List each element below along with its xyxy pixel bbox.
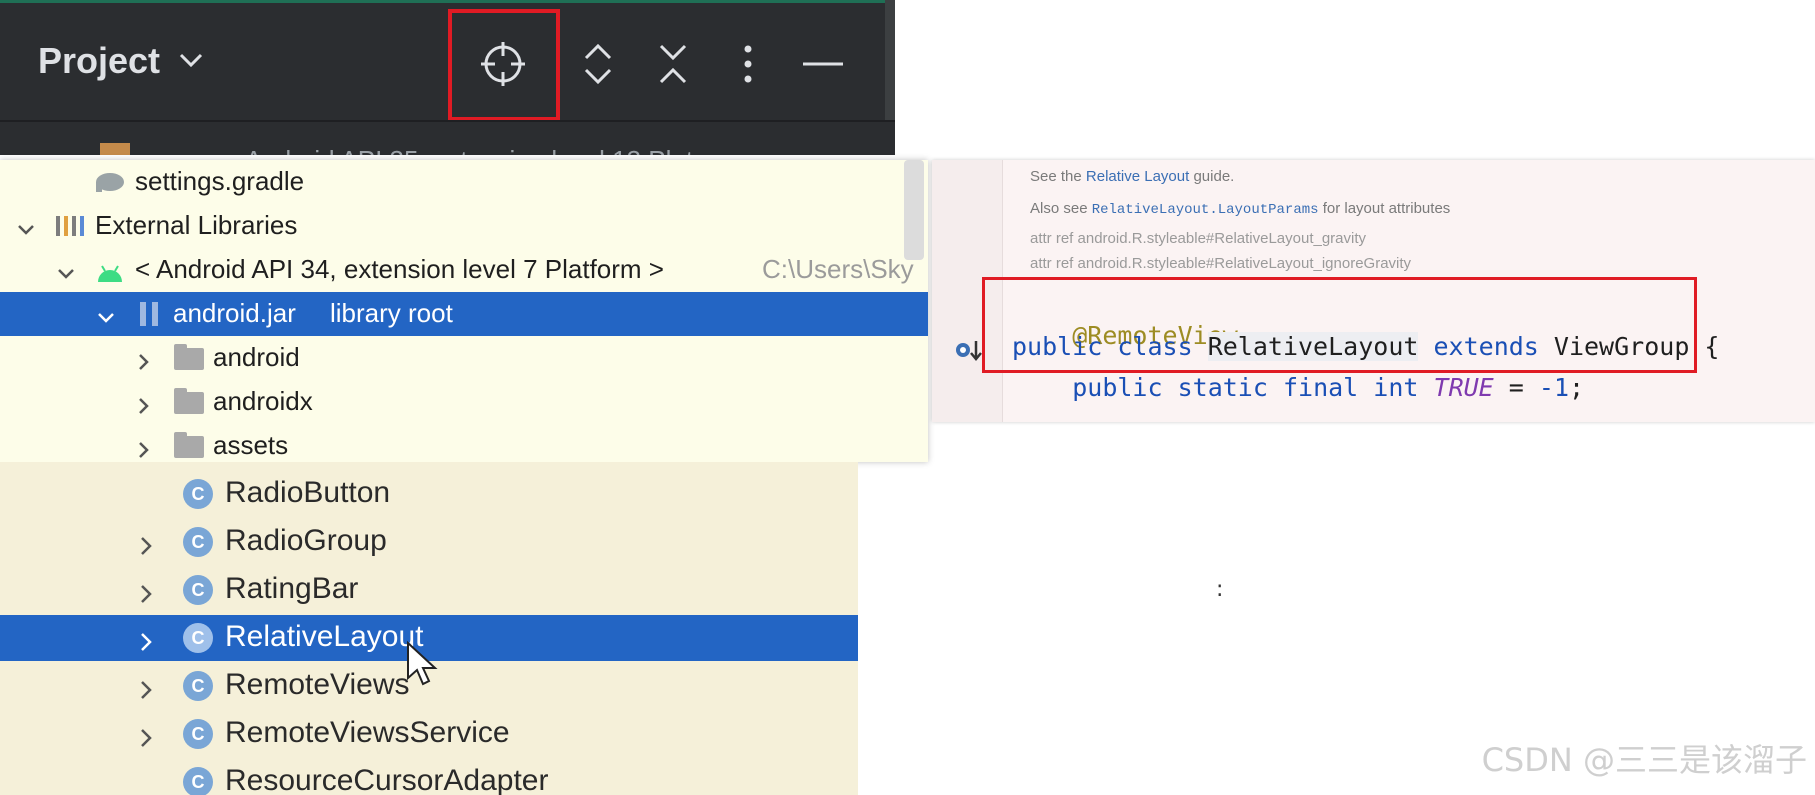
class-icon: C (183, 623, 213, 653)
class-label: ResourceCursorAdapter (225, 764, 549, 795)
ellipsis-mark: : (1216, 577, 1224, 602)
tree-item-android-api-34[interactable]: < Android API 34, extension level 7 Plat… (0, 248, 928, 292)
chevron-right-icon[interactable] (136, 531, 156, 565)
project-view-title[interactable]: Project (38, 40, 160, 82)
list-item-ratingbar[interactable]: C RatingBar (0, 567, 858, 613)
class-label: RadioButton (225, 476, 391, 509)
class-icon: C (183, 719, 213, 749)
jar-icon (138, 300, 162, 335)
class-label: RelativeLayout (225, 620, 424, 653)
locate-highlight-box (448, 9, 560, 121)
tree-item-label: assets (213, 430, 289, 460)
project-tree: settings.gradle External Libraries < And… (0, 160, 928, 462)
chevron-right-icon[interactable] (134, 348, 154, 370)
doc-attr-gravity: attr ref android.R.styleable#RelativeLay… (1030, 230, 1367, 247)
keyword: int (1373, 373, 1419, 402)
doc-text: Also see (1030, 200, 1092, 217)
list-item-radiobutton[interactable]: C RadioButton (0, 471, 858, 517)
doc-line-also-see: Also see RelativeLayout.LayoutParams for… (1030, 200, 1450, 218)
class-label: RemoteViewsService (225, 716, 510, 749)
layout-params-link[interactable]: RelativeLayout.LayoutParams (1092, 202, 1319, 218)
implementation-gutter-icon[interactable] (954, 338, 984, 368)
chevron-down-icon[interactable] (178, 50, 204, 74)
chevron-right-icon[interactable] (136, 579, 156, 613)
tree-item-label: android (213, 342, 300, 372)
sdk-path: C:\Users\Sky (762, 254, 914, 284)
keyword: static (1177, 373, 1268, 402)
folder-icon (174, 432, 204, 458)
android-robot-icon (96, 260, 124, 291)
relative-layout-guide-link[interactable]: Relative Layout (1086, 168, 1189, 185)
collapse-all-icon[interactable] (645, 36, 701, 92)
class-icon: C (183, 527, 213, 557)
folder-icon (174, 388, 204, 414)
class-label: RemoteViews (225, 668, 410, 701)
tree-item-label: External Libraries (95, 210, 298, 240)
tree-item-label: android.jar (173, 298, 296, 328)
tree-item-external-libraries[interactable]: External Libraries (0, 204, 928, 248)
tree-item-label: < Android API 34, extension level 7 Plat… (135, 254, 664, 284)
chevron-down-icon[interactable] (56, 260, 76, 280)
code-editor: See the Relative Layout guide. Also see … (932, 160, 1815, 422)
class-icon: C (183, 671, 213, 701)
doc-line-guide: See the Relative Layout guide. (1030, 168, 1234, 185)
chevron-right-icon[interactable] (134, 392, 154, 414)
tree-item-label: androidx (213, 386, 313, 416)
class-icon: C (183, 575, 213, 605)
class-label: RadioGroup (225, 524, 387, 557)
keyword: final (1282, 373, 1359, 402)
chevron-right-icon[interactable] (136, 723, 156, 757)
tree-item-settings-gradle[interactable]: settings.gradle (0, 160, 928, 204)
peek-row-label: Android API 35, extension level 13 Plat (245, 145, 693, 155)
expand-all-icon[interactable] (570, 36, 626, 92)
constant-name[interactable]: TRUE (1434, 373, 1494, 402)
list-item-resourcecursoradapter[interactable]: C ResourceCursorAdapter (0, 759, 858, 795)
tree-item-android-package[interactable]: android (0, 336, 928, 380)
tree-item-assets[interactable]: assets (0, 424, 928, 462)
csdn-watermark: CSDN @三三是该溜子 (1481, 741, 1807, 779)
folder-icon (174, 344, 204, 370)
gradle-elephant-icon (92, 170, 126, 201)
class-icon: C (183, 479, 213, 509)
code-line-true-constant[interactable]: public static final int TRUE = -1; (1012, 373, 1584, 402)
doc-text: See the (1030, 168, 1086, 185)
list-item-radiogroup[interactable]: C RadioGroup (0, 519, 858, 565)
list-item-remoteviewsservice[interactable]: C RemoteViewsService (0, 711, 858, 757)
chevron-down-icon[interactable] (96, 304, 116, 324)
properties-file-icon (100, 143, 130, 155)
library-bars-icon (55, 214, 85, 245)
tree-item-androidx-package[interactable]: androidx (0, 380, 928, 424)
chevron-right-icon[interactable] (134, 436, 154, 458)
chevron-right-icon[interactable] (136, 675, 156, 709)
number-literal: -1 (1538, 373, 1569, 402)
chevron-down-icon[interactable] (16, 216, 36, 236)
mouse-cursor-icon (405, 640, 439, 692)
doc-text: for layout attributes (1318, 200, 1451, 217)
tree-scrollbar[interactable] (904, 160, 924, 260)
operator: = (1493, 373, 1539, 402)
library-root-tag: library root (330, 298, 453, 328)
class-icon: C (183, 767, 213, 795)
class-declaration-highlight-box (982, 277, 1697, 373)
project-toolbar: Project Andro (0, 0, 895, 155)
keyword: public (1072, 373, 1163, 402)
more-options-icon[interactable] (720, 36, 776, 92)
semicolon: ; (1569, 373, 1585, 402)
chevron-right-icon[interactable] (136, 627, 156, 661)
widget-class-list: C RadioButton C RadioGroup C RatingBar C… (0, 462, 858, 795)
minimize-icon[interactable] (795, 36, 851, 92)
class-label: RatingBar (225, 572, 359, 605)
toolbar-accent-line (0, 0, 895, 3)
tree-item-label: settings.gradle (135, 166, 305, 196)
doc-text: guide. (1189, 168, 1235, 185)
doc-attr-ignore-gravity: attr ref android.R.styleable#RelativeLay… (1030, 255, 1412, 272)
tree-item-android-jar[interactable]: android.jar library root (0, 292, 928, 336)
